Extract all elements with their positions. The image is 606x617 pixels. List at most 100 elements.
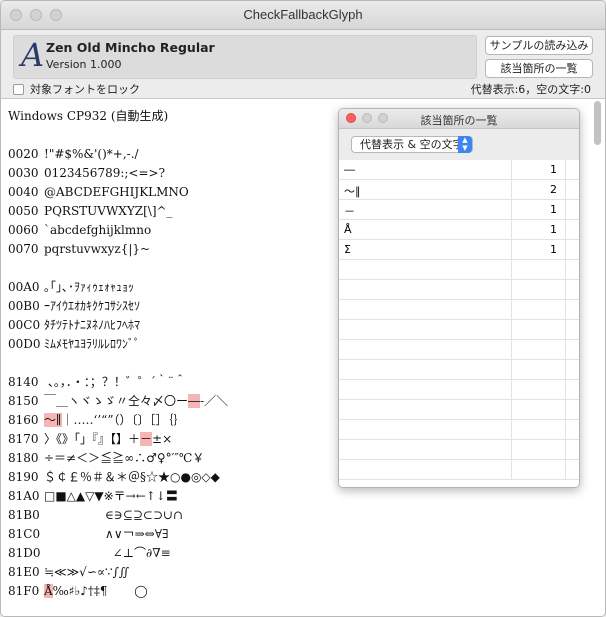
checkbox-box[interactable] [13, 84, 24, 95]
column-divider [565, 220, 566, 239]
content-heading: Windows CP932 (自動生成) [8, 109, 169, 123]
table-row[interactable] [339, 420, 579, 440]
font-version: Version 1.000 [46, 58, 122, 71]
title-bar: CheckFallbackGlyph [1, 1, 605, 30]
row-code: 8190 [8, 470, 39, 484]
column-divider [565, 300, 566, 319]
row-glyphs: ÷＝≠＜＞≦≧∞∴♂♀°′″℃￥ [44, 451, 205, 465]
column-divider [565, 280, 566, 299]
fallback-highlight: ～∥ [44, 413, 62, 427]
table-row[interactable] [339, 260, 579, 280]
glyph-row: 0030 0123456789:;<=>? [8, 164, 228, 183]
table-row[interactable] [339, 320, 579, 340]
row-char: ― [344, 163, 355, 176]
row-code: 8170 [8, 432, 39, 446]
column-divider [565, 340, 566, 359]
glyph-row: 81F0 Å‰♯♭♪†‡¶ ◯ [8, 582, 228, 601]
glyph-row: 8180 ÷＝≠＜＞≦≧∞∴♂♀°′″℃￥ [8, 449, 228, 468]
glyph-row: 81A0 □■△▲▽▼※〒→←↑↓〓 [8, 487, 228, 506]
row-glyphs: ＄￠￡％＃＆＊＠§☆★○●◎◇◆ [44, 470, 220, 484]
fallback-highlight: Å [44, 584, 53, 598]
glyph-row: 81E0 ≒≪≫√∽∝∵∫∬ [8, 563, 228, 582]
column-divider [511, 460, 512, 479]
row-glyphs: ≒≪≫√∽∝∵∫∬ [44, 565, 130, 579]
table-row[interactable]: ～∥ 2 [339, 180, 579, 200]
column-divider [565, 360, 566, 379]
column-divider [565, 260, 566, 279]
row-glyphs: ∠⊥⌒∂∇≡ [44, 546, 171, 560]
row-glyphs: @ABCDEFGHIJKLMNO [44, 185, 189, 199]
stats-text: 代替表示:6，空の文字:0 [470, 83, 591, 96]
row-glyphs: 〉《》「」『』【】＋ [44, 432, 141, 446]
row-code: 8140 [8, 375, 39, 389]
row-code: 8180 [8, 451, 39, 465]
row-glyphs: 0123456789:;<=>? [44, 166, 166, 180]
row-glyphs: PQRSTUVWXYZ[\]^_ [44, 204, 173, 218]
row-code: 81B0 [8, 508, 40, 522]
glyph-row: 00A0 ｡｢｣､･ｦｧｨｩｪｫｬｭｮｯ [8, 278, 228, 297]
row-glyphs: pqrstuvwxyz{|}~ [44, 242, 151, 256]
row-code: 0070 [8, 242, 39, 256]
glyph-row: 0020 !"#$%&'()*+,-./ [8, 145, 228, 164]
row-code: 0020 [8, 147, 39, 161]
matches-table: ― 1 ～∥ 2 － 1 Å 1 Σ 1 [339, 160, 579, 487]
table-row[interactable] [339, 400, 579, 420]
row-count: 2 [550, 183, 557, 196]
updown-chevron-icon: ▲ ▼ [458, 136, 472, 153]
column-divider [565, 460, 566, 479]
table-row[interactable]: Σ1 [339, 240, 579, 260]
column-divider [511, 360, 512, 379]
column-divider [511, 340, 512, 359]
font-icon: A [21, 36, 45, 74]
glyph-row: 00C0 ﾀﾁﾂﾃﾄﾅﾆﾇﾈﾉﾊﾋﾌﾍﾎﾏ [8, 316, 228, 335]
matches-panel: 該当箇所の一覧 代替表示 & 空の文字 ▲ ▼ ― 1 ～∥ 2 － 1 Å 1 Σ 1 [338, 108, 580, 488]
glyph-row: 8170 〉《》「」『』【】＋－±× [8, 430, 228, 449]
table-row[interactable] [339, 440, 579, 460]
table-row[interactable]: － 1 [339, 200, 579, 220]
column-divider [511, 320, 512, 339]
fallback-highlight: － [140, 432, 153, 446]
fallback-highlight: ― [188, 394, 201, 408]
table-row[interactable] [339, 460, 579, 480]
filter-select[interactable]: 代替表示 & 空の文字 ▲ ▼ [351, 136, 473, 153]
row-count: 1 [550, 163, 557, 176]
main-window: CheckFallbackGlyph A Zen Old Mincho Regu… [0, 0, 606, 617]
row-glyphs: ﾀﾁﾂﾃﾄﾅﾆﾇﾈﾉﾊﾋﾌﾍﾎﾏ [44, 318, 141, 332]
column-divider [565, 180, 566, 199]
row-glyphs: ｡｢｣､･ｦｧｨｩｪｫｬｭｮｯ [44, 280, 135, 294]
row-code: 81A0 [8, 489, 40, 503]
row-count: 1 [550, 243, 557, 256]
column-divider [565, 380, 566, 399]
table-row[interactable]: Å1 [339, 220, 579, 240]
glyph-row: 81C0 ∧∨￢⇒⇔∀∃ [8, 525, 228, 544]
load-sample-button[interactable]: サンプルの読み込み [485, 36, 593, 55]
column-divider [511, 280, 512, 299]
row-code: 0030 [8, 166, 39, 180]
glyph-row: 8190 ＄￠￡％＃＆＊＠§☆★○●◎◇◆ [8, 468, 228, 487]
panel-title-bar: 該当箇所の一覧 [339, 109, 579, 129]
glyph-row: 0040 @ABCDEFGHIJKLMNO [8, 183, 228, 202]
font-name: Zen Old Mincho Regular [46, 40, 215, 55]
scrollbar-thumb[interactable] [594, 101, 601, 145]
row-code: 81C0 [8, 527, 41, 541]
lock-font-checkbox[interactable]: 対象フォントをロック [13, 81, 140, 97]
table-row[interactable] [339, 280, 579, 300]
column-divider [565, 400, 566, 419]
table-row[interactable] [339, 360, 579, 380]
table-row[interactable] [339, 300, 579, 320]
table-row[interactable]: ― 1 [339, 160, 579, 180]
row-code: 8160 [8, 413, 39, 427]
row-char: － [344, 205, 355, 218]
table-row[interactable] [339, 340, 579, 360]
row-code: 0040 [8, 185, 39, 199]
glyph-row: 0060 `abcdefghijklmno [8, 221, 228, 240]
column-divider [511, 260, 512, 279]
table-row[interactable] [339, 380, 579, 400]
lock-font-label: 対象フォントをロック [30, 83, 140, 96]
row-glyphs: `abcdefghijklmno [44, 223, 152, 237]
column-divider [565, 200, 566, 219]
row-glyphs: ∧∨￢⇒⇔∀∃ [44, 527, 169, 541]
glyph-row: 8150 ￣＿ヽヾゝゞ〃仝々〆〇ー―‐／＼ [8, 392, 228, 411]
matches-list-button[interactable]: 該当箇所の一覧 [485, 59, 593, 78]
